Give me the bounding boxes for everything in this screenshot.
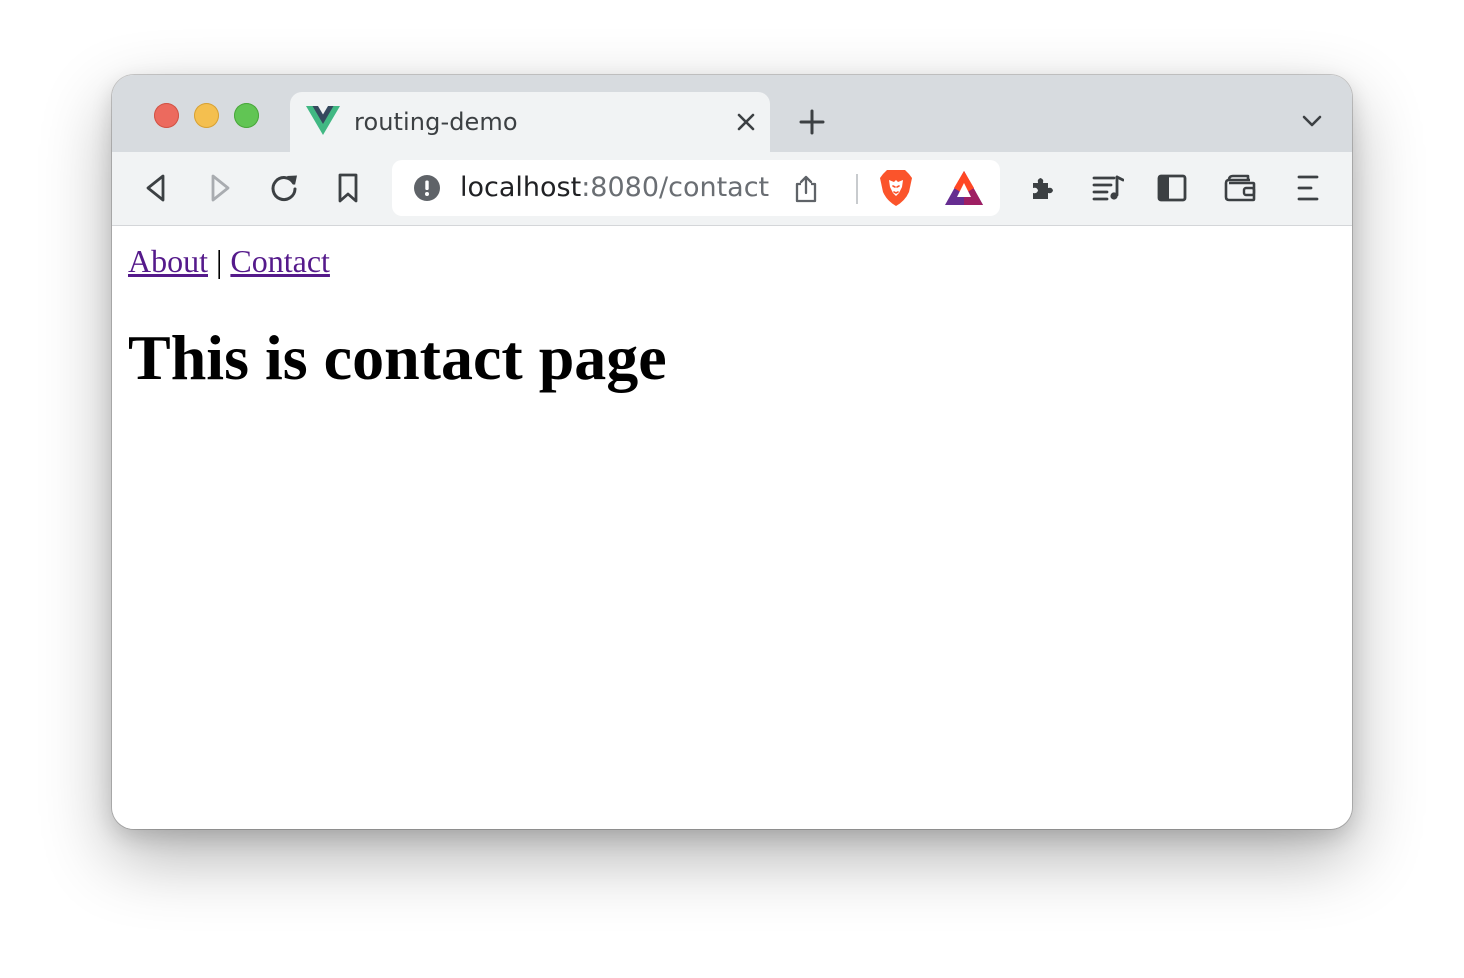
tab-search-chevron-icon[interactable] (1300, 111, 1324, 131)
wallet-icon[interactable] (1224, 172, 1256, 204)
sidebar-icon[interactable] (1156, 172, 1188, 204)
contact-link[interactable]: Contact (230, 243, 330, 279)
brave-shields-icon[interactable] (878, 168, 914, 208)
forward-icon[interactable] (204, 172, 236, 204)
tab-routing-demo[interactable]: routing-demo (290, 92, 770, 152)
close-tab-icon[interactable] (734, 110, 758, 134)
omnibox-divider (856, 174, 858, 204)
share-icon[interactable] (792, 174, 820, 204)
about-link[interactable]: About (128, 243, 208, 279)
new-tab-icon[interactable] (798, 108, 826, 136)
close-window-button[interactable] (154, 103, 179, 128)
minimize-window-button[interactable] (194, 103, 219, 128)
browser-toolbar: localhost:8080/contact (112, 152, 1352, 226)
url-path: :8080/contact (581, 172, 770, 203)
url-text[interactable]: localhost:8080/contact (460, 172, 769, 204)
reload-icon[interactable] (268, 172, 300, 204)
browser-window: routing-demo localhost:8080/contact Abou… (112, 75, 1352, 829)
extensions-icon[interactable] (1028, 172, 1060, 204)
not-secure-info-icon[interactable] (414, 175, 440, 201)
address-bar[interactable]: localhost:8080/contact (392, 160, 1000, 216)
zoom-window-button[interactable] (234, 103, 259, 128)
bookmark-icon[interactable] (332, 172, 364, 204)
page-nav: About | Contact (128, 242, 330, 280)
page-heading: This is contact page (128, 322, 667, 393)
nav-separator: | (216, 243, 223, 279)
tab-strip: routing-demo (112, 75, 1352, 152)
brave-rewards-icon[interactable] (944, 170, 984, 206)
page-content: About | Contact This is contact page (112, 226, 1352, 829)
url-host: localhost (460, 172, 582, 203)
playlist-icon[interactable] (1092, 172, 1124, 204)
menu-icon[interactable] (1292, 172, 1324, 204)
back-icon[interactable] (140, 172, 172, 204)
tab-title: routing-demo (354, 108, 518, 136)
vue-logo-icon (306, 106, 340, 136)
